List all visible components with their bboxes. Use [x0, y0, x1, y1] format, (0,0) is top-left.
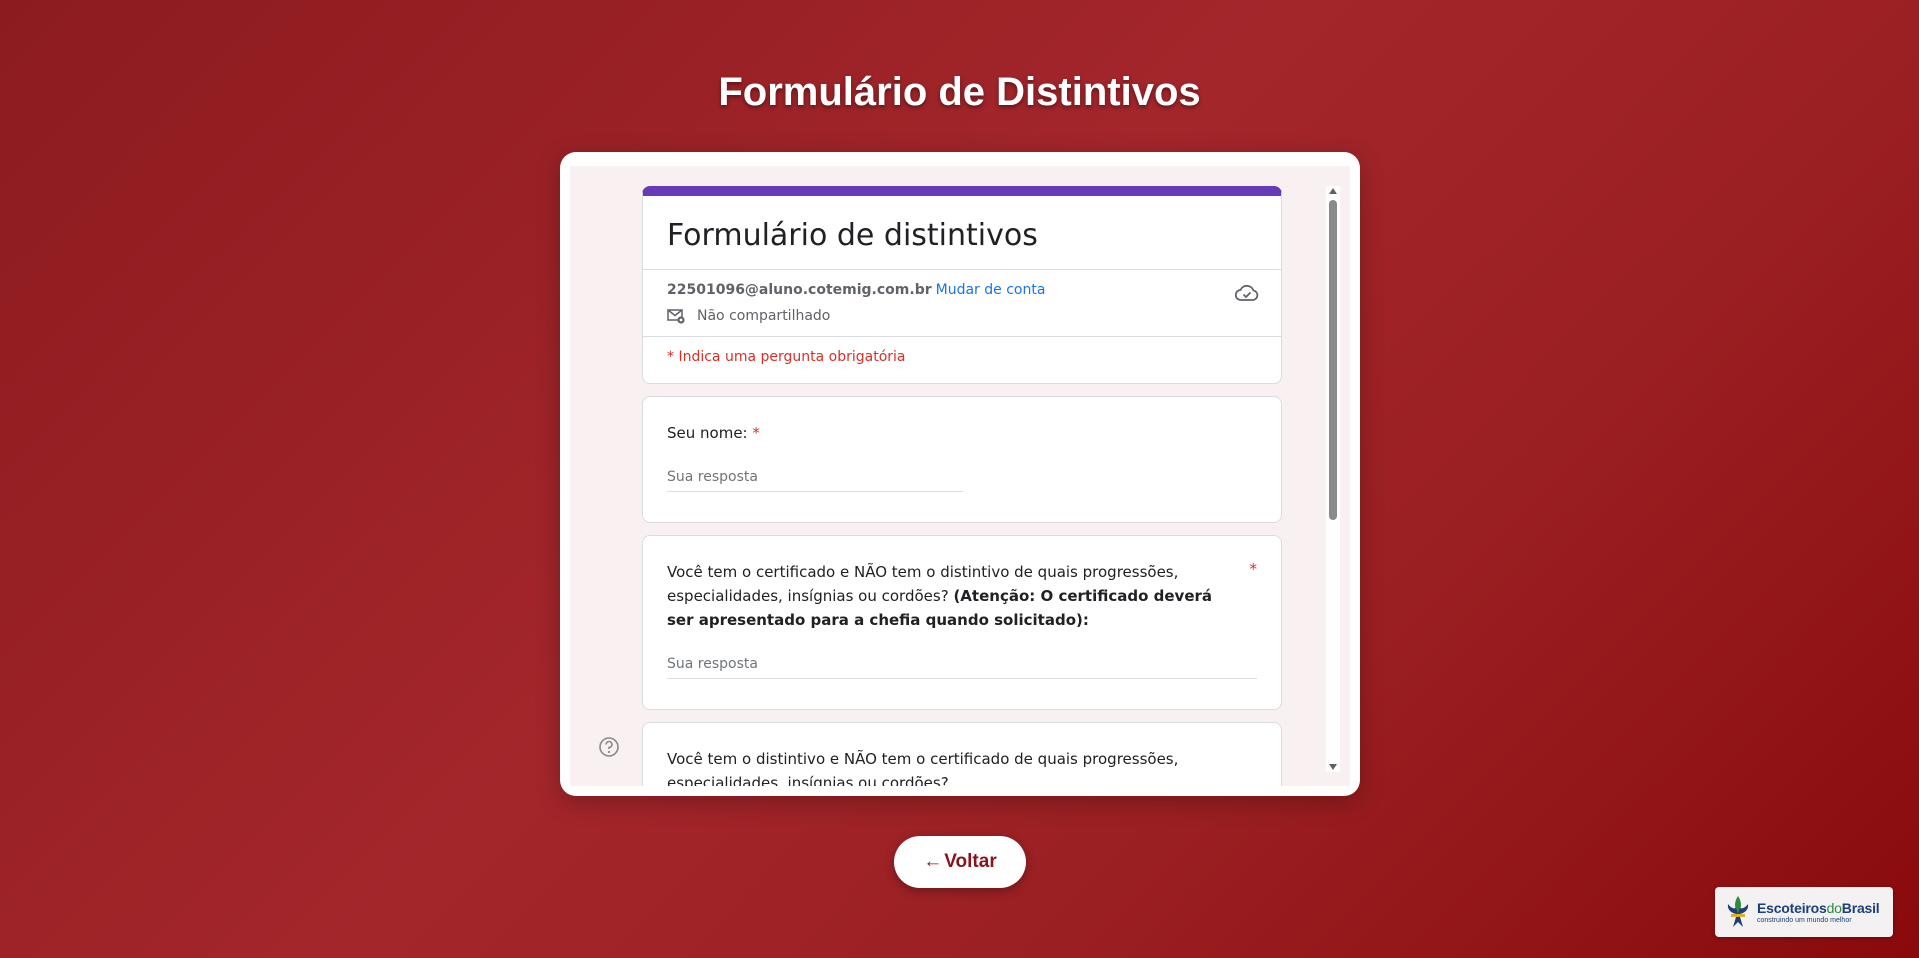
- switch-account-link[interactable]: Mudar de conta: [936, 282, 1046, 298]
- question-text: Seu nome:: [667, 424, 748, 442]
- question-label: Seu nome: *: [667, 421, 1257, 445]
- back-button[interactable]: ← Voltar: [894, 836, 1026, 888]
- not-shared-row: Não compartilhado: [667, 308, 1257, 324]
- required-mark: *: [752, 424, 760, 442]
- name-input[interactable]: Sua resposta: [667, 469, 963, 492]
- mail-lock-icon: [667, 309, 685, 324]
- logo-name-part1: Escoteiros: [1757, 899, 1827, 916]
- required-note: * Indica uma pergunta obrigatória: [643, 336, 1281, 383]
- scroll-up-arrow-icon[interactable]: [1329, 188, 1337, 194]
- form-container-card: Formulário de distintivos 22501096@aluno…: [560, 152, 1360, 796]
- form-title: Formulário de distintivos: [667, 218, 1038, 253]
- form-header-card: Formulário de distintivos 22501096@aluno…: [642, 186, 1282, 384]
- account-section: 22501096@aluno.cotemig.com.br Mudar de co…: [643, 269, 1281, 336]
- cloud-check-icon[interactable]: [1234, 284, 1259, 306]
- fleur-de-lis-icon: [1727, 896, 1749, 927]
- logo-name-part3: Brasil: [1841, 899, 1880, 916]
- page-title: Formulário de Distintivos: [718, 70, 1201, 114]
- scroll-thumb[interactable]: [1329, 200, 1337, 520]
- logo-name-part2: do: [1826, 899, 1842, 916]
- back-arrow-icon: ←: [923, 851, 943, 872]
- form-column: Formulário de distintivos 22501096@aluno…: [642, 186, 1282, 786]
- question-label: Você tem o certificado e NÃO tem o disti…: [667, 560, 1257, 632]
- account-email: 22501096@aluno.cotemig.com.br: [667, 282, 932, 298]
- logo-tagline: construindo um mundo melhor: [1757, 916, 1852, 924]
- escoteiros-logo-badge: EscoteirosdoBrasil construindo um mundo …: [1715, 887, 1893, 937]
- question-text: Você tem o distintivo e NÃO tem o certif…: [667, 750, 1179, 786]
- form-scrollbar[interactable]: [1326, 186, 1340, 772]
- question-card-certificate: Você tem o certificado e NÃO tem o disti…: [642, 535, 1282, 710]
- scroll-down-arrow-icon[interactable]: [1329, 764, 1337, 770]
- logo-text: EscoteirosdoBrasil construindo um mundo …: [1757, 901, 1880, 924]
- question-card-badge: Você tem o distintivo e NÃO tem o certif…: [642, 722, 1282, 786]
- embedded-google-form[interactable]: Formulário de distintivos 22501096@aluno…: [570, 166, 1350, 786]
- question-card-name: Seu nome: * Sua resposta: [642, 396, 1282, 523]
- certificate-answer-input[interactable]: Sua resposta: [667, 656, 1257, 679]
- question-label: Você tem o distintivo e NÃO tem o certif…: [667, 747, 1257, 786]
- help-circle-icon[interactable]: [598, 736, 620, 763]
- required-mark: *: [1249, 560, 1258, 578]
- back-button-label: Voltar: [944, 851, 997, 872]
- not-shared-label: Não compartilhado: [697, 308, 831, 324]
